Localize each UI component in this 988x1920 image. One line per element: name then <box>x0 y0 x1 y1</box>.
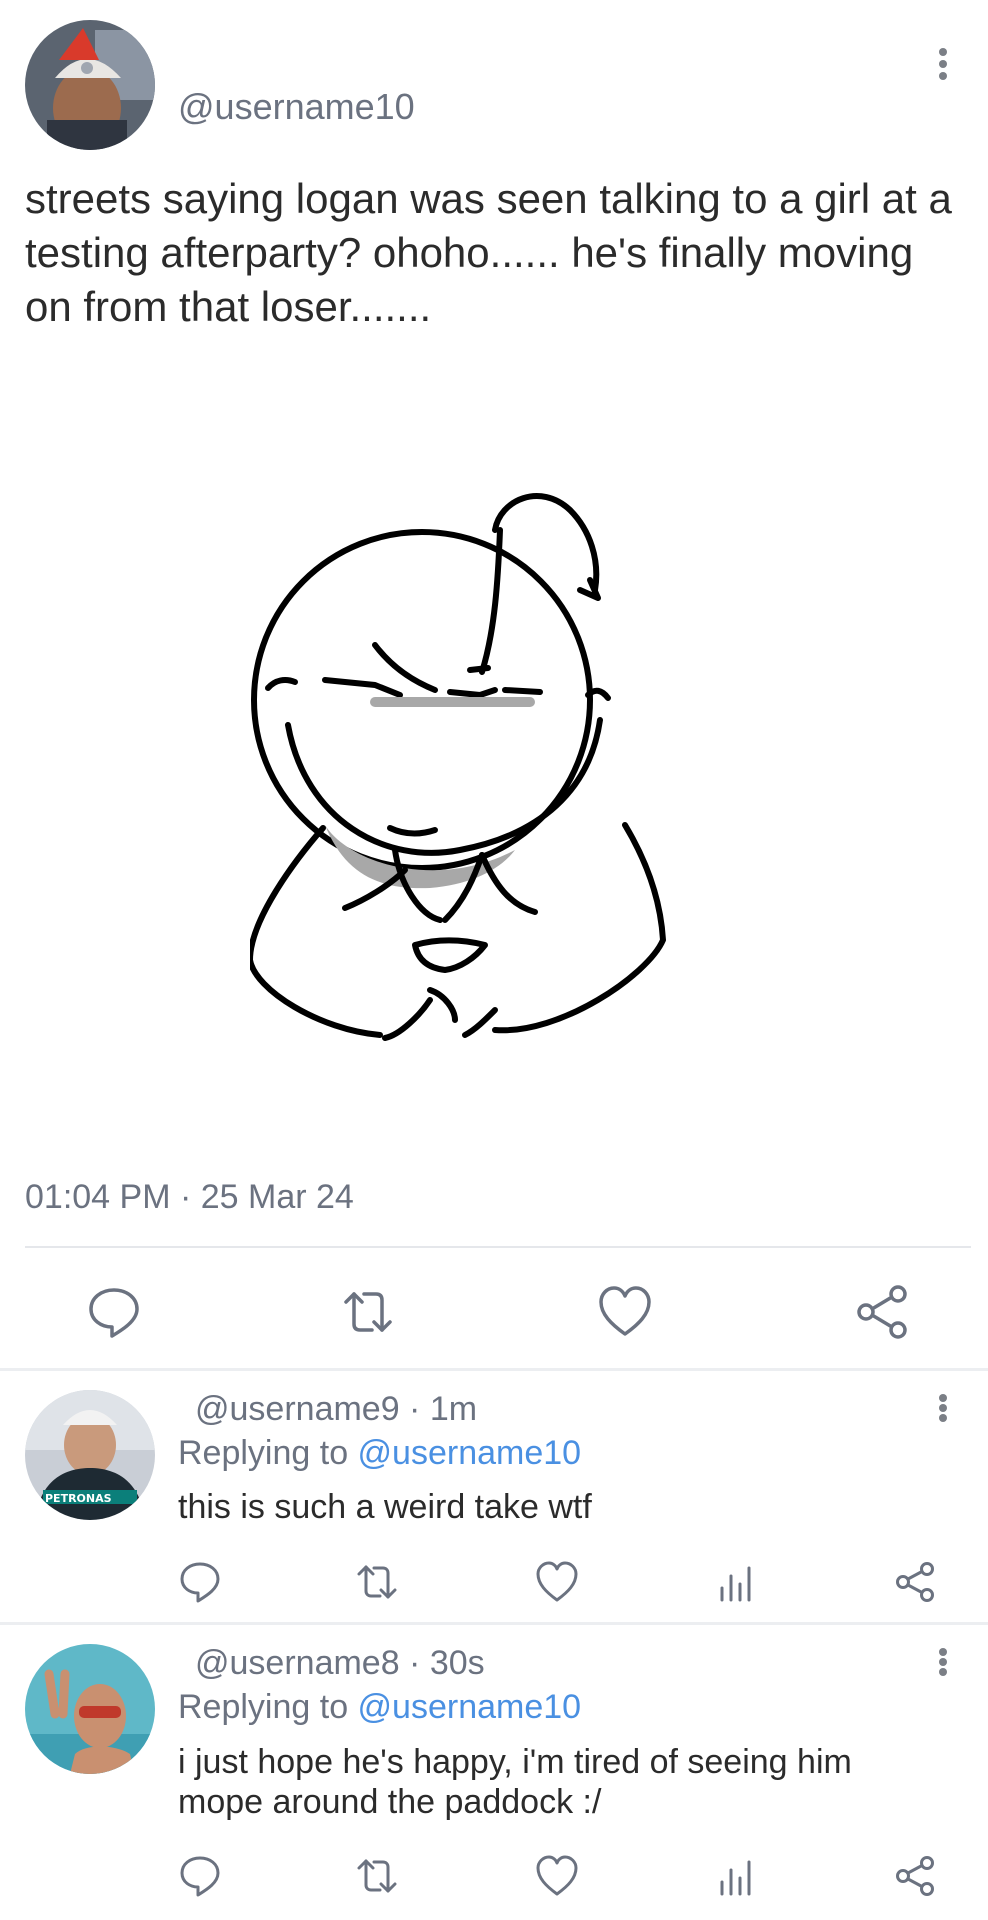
divider <box>25 1246 971 1248</box>
reply-handle[interactable]: @username8 · 30s <box>195 1644 485 1683</box>
mention-link[interactable]: @username10 <box>358 1688 582 1726</box>
tweet-action-bar <box>0 1270 988 1350</box>
replying-to-prefix: Replying to <box>178 1688 358 1726</box>
retweet-icon[interactable] <box>340 1284 396 1340</box>
reply-text: this is such a weird take wtf <box>178 1488 592 1526</box>
more-options-icon[interactable] <box>928 44 958 84</box>
smirking-character-drawing <box>247 493 666 1041</box>
reply-item[interactable]: PETRONAS @username9 · 1m Replying to @us… <box>0 1372 988 1622</box>
tweet-timestamp: 01:04 PM · 25 Mar 24 <box>25 1178 354 1216</box>
avatar[interactable] <box>25 1644 155 1774</box>
author-handle[interactable]: @username10 <box>178 86 415 128</box>
main-tweet: @username10 streets saying logan was see… <box>0 0 988 1370</box>
more-options-icon[interactable] <box>928 1390 958 1426</box>
share-icon[interactable] <box>893 1560 937 1604</box>
reply-text: i just hope he's happy, i'm tired of see… <box>178 1743 852 1821</box>
avatar-image <box>25 20 155 150</box>
reply-item[interactable]: @username8 · 30s Replying to @username10… <box>0 1626 988 1920</box>
avatar-image <box>25 1644 155 1774</box>
reply-icon[interactable] <box>86 1284 142 1340</box>
analytics-icon[interactable] <box>714 1560 758 1604</box>
avatar[interactable] <box>25 20 155 150</box>
divider <box>0 1368 988 1371</box>
avatar-badge-text: PETRONAS <box>45 1492 112 1505</box>
divider <box>0 1622 988 1625</box>
replying-to-prefix: Replying to <box>178 1434 358 1472</box>
avatar[interactable]: PETRONAS <box>25 1390 155 1520</box>
reply-action-bar <box>0 1854 988 1910</box>
share-icon[interactable] <box>854 1284 910 1340</box>
like-icon[interactable] <box>597 1284 653 1340</box>
retweet-icon[interactable] <box>355 1854 399 1898</box>
like-icon[interactable] <box>535 1560 579 1604</box>
replying-to-line: Replying to @username10 <box>178 1434 581 1473</box>
tweet-text: streets saying logan was seen talking to… <box>25 175 952 330</box>
analytics-icon[interactable] <box>714 1854 758 1898</box>
retweet-icon[interactable] <box>355 1560 399 1604</box>
replying-to-line: Replying to @username10 <box>178 1688 581 1727</box>
tweet-image[interactable] <box>247 490 700 1050</box>
mention-link[interactable]: @username10 <box>358 1434 582 1472</box>
reply-action-bar <box>0 1560 988 1616</box>
reply-handle[interactable]: @username9 · 1m <box>195 1390 477 1429</box>
reply-icon[interactable] <box>178 1854 222 1898</box>
reply-icon[interactable] <box>178 1560 222 1604</box>
more-options-icon[interactable] <box>928 1644 958 1680</box>
share-icon[interactable] <box>893 1854 937 1898</box>
like-icon[interactable] <box>535 1854 579 1898</box>
